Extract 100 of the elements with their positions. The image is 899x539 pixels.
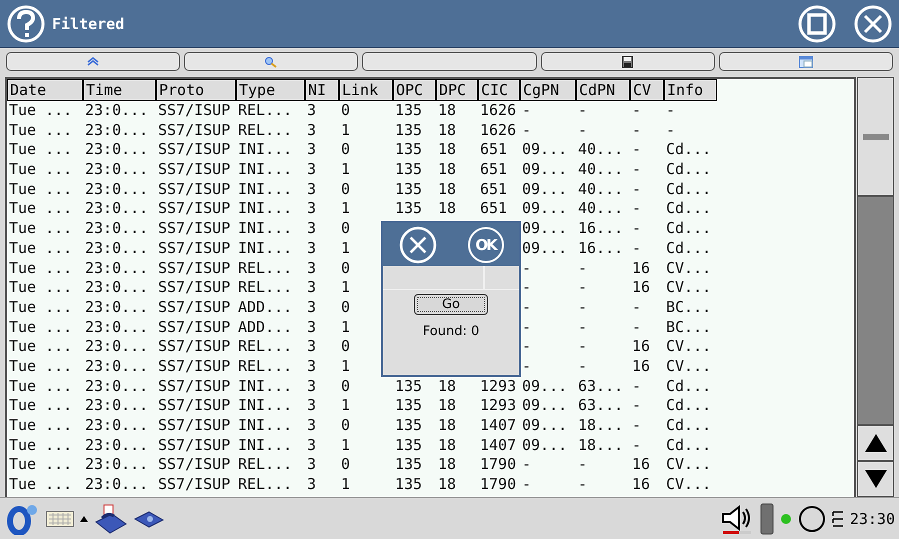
table-cell-text: 3 [306,120,318,140]
table-cell-text: SS7/ISUP [157,436,232,456]
table-cell-text: 18 [437,455,458,476]
table-cell-text: Cd... [665,160,712,180]
cancel-icon[interactable] [398,226,436,264]
table-cell-text: 23:0... [84,416,150,436]
table-cell-text: Tue ... [8,120,74,140]
table-cell-text: 23:0... [84,238,150,259]
toolbar-button[interactable] [6,52,180,71]
column-header[interactable]: Link [339,79,393,101]
column-header[interactable]: Date [7,79,83,101]
table-cell-text: REL... [237,258,294,278]
grip-icon [862,134,888,140]
table-cell-text: - [577,278,588,298]
table-cell-text: 1407 [479,416,518,436]
table-cell-text: 23:0... [84,318,150,338]
scroll-thumb[interactable] [858,78,893,197]
table-cell-text: 1 [340,199,352,220]
table-cell-text: 16 [631,356,652,377]
column-header[interactable]: Info [664,79,717,101]
table-cell-text: - [631,238,642,259]
table-cell-text: - [521,356,532,377]
table-cell-text: REL... [237,337,294,357]
table-cell-text: REL... [237,278,294,298]
table-cell-text: Tue ... [8,475,74,495]
toolbar-button[interactable] [362,52,537,71]
column-header[interactable]: DPC [436,79,478,101]
table-cell-text: 40... [577,180,624,200]
column-header[interactable]: CIC [478,79,520,101]
table-cell-text: 40... [577,140,624,160]
speaker-icon[interactable] [720,504,754,534]
toolbar-button[interactable] [540,52,715,71]
caret-up-icon[interactable] [80,516,88,522]
window-icon [798,56,813,68]
table-cell-text: Tue ... [8,298,74,318]
table-cell-text: - [577,298,588,318]
circle-icon[interactable] [798,504,826,532]
ok-button[interactable]: OK [468,226,504,262]
table-cell-text: Tue ... [8,376,74,396]
table-cell-text: 16... [577,238,624,259]
clock: 23:30 [850,510,895,528]
column-header[interactable]: CdPN [576,79,630,101]
up-arrow-icon [864,434,886,452]
column-header[interactable]: OPC [393,79,436,101]
table-cell-text: 18 [437,475,458,495]
table-cell-text: INI... [237,199,294,220]
table-cell-text: SS7/ISUP [157,160,232,180]
table-cell-text: 23:0... [84,101,150,121]
table-cell-text: 3 [306,258,318,278]
column-header[interactable]: CV [630,79,664,101]
table-cell-text: - [521,475,532,495]
maximize-icon[interactable] [797,4,837,44]
column-header[interactable]: Type [236,79,305,101]
down-arrow-icon [864,470,886,488]
table-cell-text: 135 [394,436,424,456]
keyboard-icon[interactable] [46,510,74,526]
table-cell-text: 135 [394,180,424,200]
status-dot-icon[interactable] [780,512,792,524]
menu-icon[interactable] [832,508,844,528]
table-cell-text: 0 [340,140,352,160]
table-cell-text: 135 [394,199,424,220]
table-cell-text: - [577,101,588,121]
window-title: Filtered [52,14,124,32]
close-icon[interactable] [853,4,893,44]
table-cell-text: - [521,337,532,357]
go-button[interactable]: Go [414,294,488,315]
table-cell-text: Cd... [665,436,712,456]
scrollbar[interactable] [857,77,894,497]
battery-icon[interactable] [760,502,774,534]
table-cell-text: - [521,455,532,476]
table-cell-text: ADD... [237,318,294,338]
table-cell-text: 135 [394,140,424,160]
table-cell-text: - [577,455,588,476]
table-cell-text: - [631,219,642,239]
table-cell-text: 1 [340,318,352,338]
table-cell-text: 1 [340,475,352,495]
column-header[interactable]: CgPN [520,79,576,101]
help-icon[interactable] [6,4,46,44]
phone-icon[interactable] [94,504,128,534]
table-cell-text: 18 [437,160,458,180]
scroll-up-button[interactable] [858,424,893,460]
table-cell-text: Cd... [665,199,712,220]
table-cell-text: 651 [479,160,508,180]
phone-icon[interactable] [134,508,164,528]
table-cell-text: 651 [479,180,508,200]
table-cell-text: 135 [394,455,424,476]
column-header[interactable]: Time [83,79,156,101]
column-header[interactable]: NI [305,79,339,101]
table-cell-text: INI... [237,376,294,396]
table-cell-text: 18... [577,436,624,456]
scroll-down-button[interactable] [858,460,893,496]
start-logo-icon[interactable] [6,502,40,534]
toolbar-button[interactable] [184,52,358,71]
toolbar-button[interactable] [718,52,894,71]
table-cell-text: 1407 [479,436,518,456]
table-cell-text: REL... [237,455,294,476]
column-header[interactable]: Proto [156,79,236,101]
table-cell-text: 135 [394,101,424,121]
table-cell-text: SS7/ISUP [157,238,232,259]
table-cell-text: 3 [306,199,318,220]
